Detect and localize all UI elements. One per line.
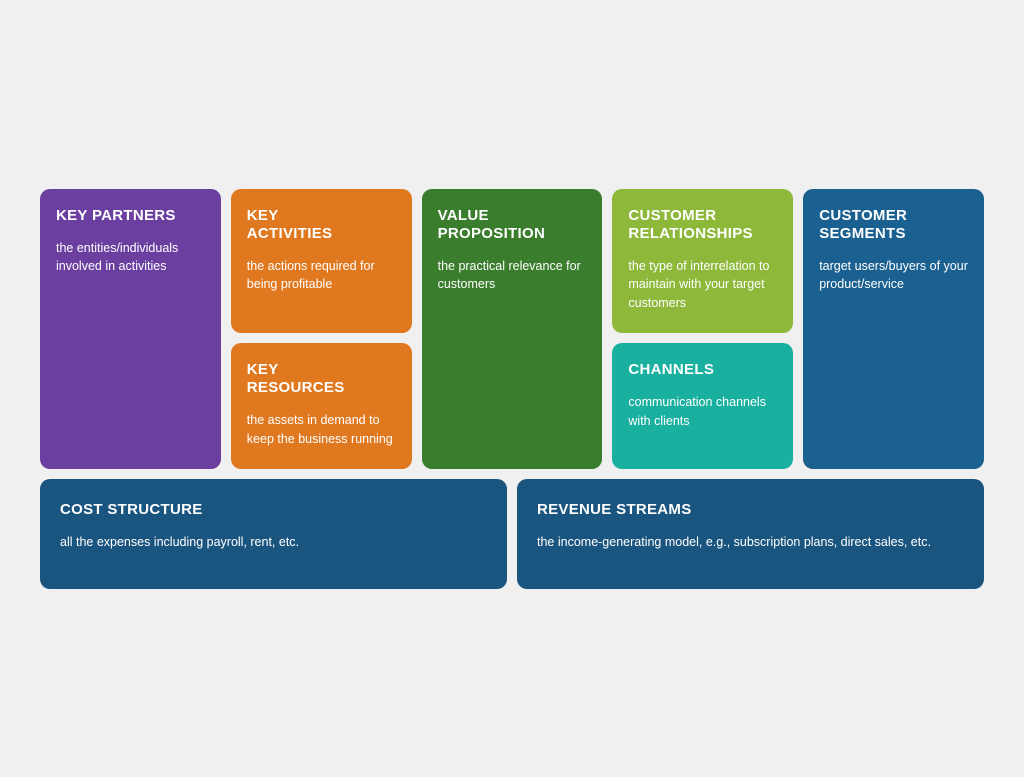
bottom-grid: COST STRUCTURE all the expenses includin… xyxy=(40,479,984,589)
channels-title: CHANNELS xyxy=(628,361,777,379)
revenue-streams-card: REVENUE STREAMS the income-generating mo… xyxy=(517,479,984,589)
key-activities-card: KEYACTIVITIES the actions required for b… xyxy=(231,189,412,333)
key-partners-card: KEY PARTNERS the entities/individuals in… xyxy=(40,189,221,469)
customer-relationships-desc: the type of interrelation to maintain wi… xyxy=(628,257,777,313)
cost-structure-card: COST STRUCTURE all the expenses includin… xyxy=(40,479,507,589)
customer-segments-card: CUSTOMERSEGMENTS target users/buyers of … xyxy=(803,189,984,469)
business-model-canvas: KEY PARTNERS the entities/individuals in… xyxy=(20,169,1004,609)
channels-desc: communication channels with clients xyxy=(628,393,777,431)
customer-segments-title: CUSTOMERSEGMENTS xyxy=(819,207,968,243)
key-resources-title: KEYRESOURCES xyxy=(247,361,396,397)
key-partners-title: KEY PARTNERS xyxy=(56,207,205,225)
cost-structure-desc: all the expenses including payroll, rent… xyxy=(60,533,487,552)
key-partners-desc: the entities/individuals involved in act… xyxy=(56,239,205,277)
value-proposition-title: VALUEPROPOSITION xyxy=(438,207,587,243)
cost-structure-title: COST STRUCTURE xyxy=(60,501,487,519)
customer-relationships-card: CUSTOMERRELATIONSHIPS the type of interr… xyxy=(612,189,793,333)
revenue-streams-desc: the income-generating model, e.g., subsc… xyxy=(537,533,964,552)
key-activities-title: KEYACTIVITIES xyxy=(247,207,396,243)
channels-card: CHANNELS communication channels with cli… xyxy=(612,343,793,469)
key-activities-desc: the actions required for being profitabl… xyxy=(247,257,396,295)
key-resources-desc: the assets in demand to keep the busines… xyxy=(247,411,396,449)
value-proposition-desc: the practical relevance for customers xyxy=(438,257,587,295)
customer-segments-desc: target users/buyers of your product/serv… xyxy=(819,257,968,295)
customer-relationships-title: CUSTOMERRELATIONSHIPS xyxy=(628,207,777,243)
top-grid: KEY PARTNERS the entities/individuals in… xyxy=(40,189,984,469)
revenue-streams-title: REVENUE STREAMS xyxy=(537,501,964,519)
key-resources-card: KEYRESOURCES the assets in demand to kee… xyxy=(231,343,412,469)
value-proposition-card: VALUEPROPOSITION the practical relevance… xyxy=(422,189,603,469)
